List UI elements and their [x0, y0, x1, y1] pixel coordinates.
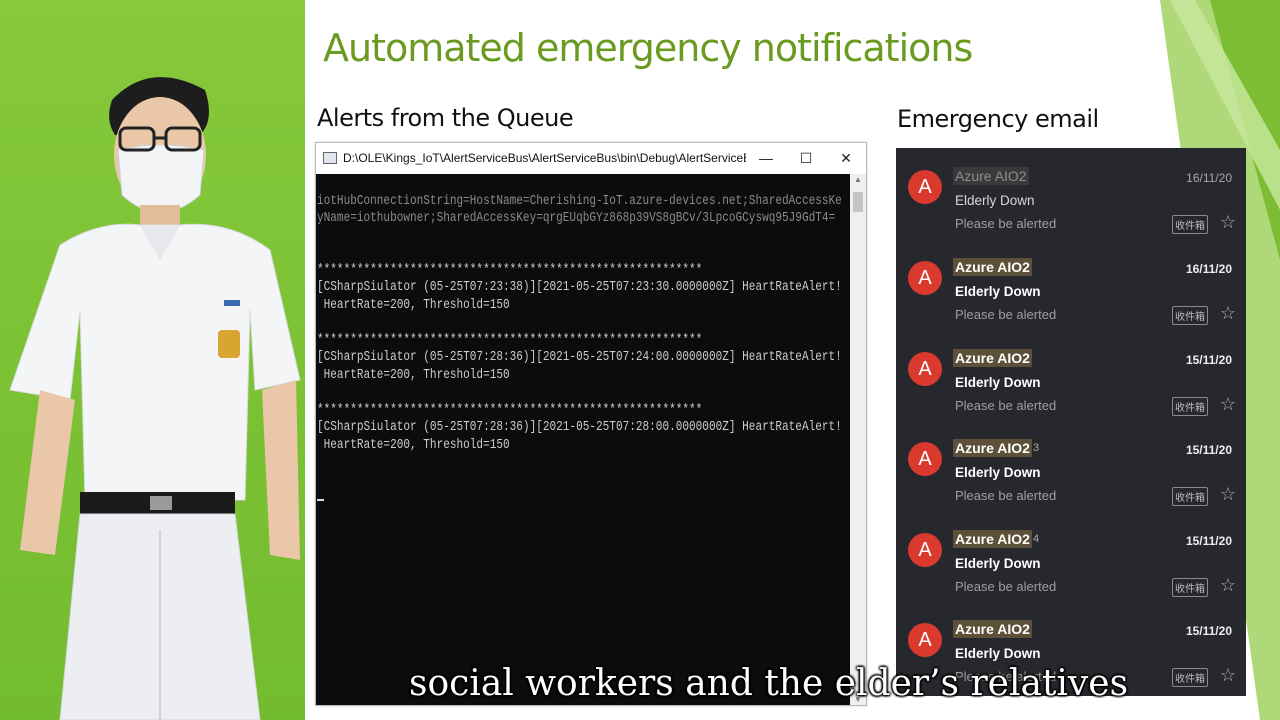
console-line: ****************************************… [317, 263, 703, 278]
email-snippet: Please be alerted [955, 307, 1057, 322]
console-line: ****************************************… [317, 333, 703, 348]
email-sender: Azure AIO2 [953, 439, 1032, 457]
maximize-icon[interactable]: ☐ [786, 150, 826, 167]
email-item[interactable]: A Azure AIO2 3 15/11/20 Elderly Down Please b… [896, 422, 1246, 512]
email-item[interactable]: A Azure AIO2 15/11/20 Elderly Down Please be… [896, 332, 1246, 422]
slide-title: Automated emergency notifications [323, 26, 973, 70]
console-scrollbar[interactable]: ▲ ▼ [850, 174, 866, 705]
email-snippet: Please be alerted [955, 488, 1057, 503]
inbox-folder-tag: 收件箱 [1172, 487, 1208, 506]
console-titlebar[interactable]: D:\OLE\Kings_IoT\AlertServiceBus\AlertSe… [316, 143, 866, 173]
inbox-folder-tag: 收件箱 [1172, 397, 1208, 416]
inbox-folder-tag: 收件箱 [1172, 578, 1208, 597]
inbox-folder-tag: 收件箱 [1172, 215, 1208, 234]
thread-count: 3 [1033, 442, 1040, 454]
scroll-up-icon[interactable]: ▲ [850, 175, 866, 184]
email-sender: Azure AIO2 [953, 258, 1032, 276]
email-date: 15/11/20 [1185, 624, 1232, 638]
minimize-icon[interactable]: — [746, 150, 786, 166]
star-icon[interactable]: ☆ [1220, 484, 1236, 505]
sender-avatar: A [908, 170, 942, 204]
email-snippet: Please be alerted [955, 216, 1057, 231]
email-item[interactable]: A Azure AIO2 16/11/20 Elderly Down Please be… [896, 150, 1246, 240]
console-line: HeartRate=200, Threshold=150 [317, 438, 510, 453]
email-subject: Elderly Down [955, 646, 1041, 661]
email-item[interactable]: A Azure AIO2 4 15/11/20 Elderly Down Please b… [896, 513, 1246, 603]
console-line: [CSharpSiulator (05-25T07:23:38)][2021-0… [317, 280, 842, 295]
console-line: HeartRate=200, Threshold=150 [317, 368, 510, 383]
console-line: HeartRate=200, Threshold=150 [317, 298, 510, 313]
email-sender: Azure AIO2 [953, 530, 1032, 548]
email-snippet: Please be alerted [955, 398, 1057, 413]
console-line: ****************************************… [317, 403, 703, 418]
sender-avatar: A [908, 623, 942, 657]
email-sender: Azure AIO2 [953, 349, 1032, 367]
sender-avatar: A [908, 533, 942, 567]
console-app-icon [323, 152, 337, 164]
sender-avatar: A [908, 442, 942, 476]
sender-avatar: A [908, 352, 942, 386]
scrollbar-thumb[interactable] [853, 192, 863, 212]
email-item[interactable]: A Azure AIO2 16/11/20 Elderly Down Please be… [896, 241, 1246, 331]
email-date: 15/11/20 [1185, 353, 1232, 367]
console-output[interactable]: iotHubConnectionString=HostName=Cherishi… [316, 174, 850, 705]
star-icon[interactable]: ☆ [1220, 212, 1236, 233]
star-icon[interactable]: ☆ [1220, 575, 1236, 596]
email-snippet: Please be alerted [955, 579, 1057, 594]
sender-avatar: A [908, 261, 942, 295]
console-window-title: D:\OLE\Kings_IoT\AlertServiceBus\AlertSe… [343, 151, 746, 165]
star-icon[interactable]: ☆ [1220, 665, 1236, 686]
queue-section-label: Alerts from the Queue [317, 104, 574, 132]
email-date: 16/11/20 [1185, 262, 1232, 276]
email-sender: Azure AIO2 [953, 167, 1029, 185]
email-subject: Elderly Down [955, 465, 1041, 480]
email-subject: Elderly Down [955, 284, 1041, 299]
console-cursor [317, 499, 324, 501]
email-section-label: Emergency email [897, 105, 1099, 133]
thread-count: 4 [1033, 533, 1040, 545]
inbox-folder-tag: 收件箱 [1172, 306, 1208, 325]
email-subject: Elderly Down [955, 375, 1041, 390]
email-date: 16/11/20 [1186, 171, 1232, 185]
presenter-figure [9, 77, 301, 720]
console-line: yName=iothubowner;SharedAccessKey=qrgEUq… [317, 211, 836, 226]
console-line: [CSharpSiulator (05-25T07:28:36)][2021-0… [317, 420, 842, 435]
email-sender: Azure AIO2 [953, 620, 1032, 638]
close-icon[interactable]: ✕ [826, 150, 866, 167]
star-icon[interactable]: ☆ [1220, 303, 1236, 324]
email-date: 15/11/20 [1185, 443, 1232, 457]
presentation-slide: Automated emergency notifications Alerts… [305, 0, 1280, 720]
console-line: [CSharpSiulator (05-25T07:28:36)][2021-0… [317, 350, 842, 365]
email-subject: Elderly Down [955, 556, 1041, 571]
star-icon[interactable]: ☆ [1220, 394, 1236, 415]
console-window[interactable]: D:\OLE\Kings_IoT\AlertServiceBus\AlertSe… [315, 142, 867, 706]
email-list: A Azure AIO2 16/11/20 Elderly Down Please be… [896, 148, 1246, 696]
video-subtitle: social workers and the elder’s relatives [409, 663, 1129, 704]
console-line: iotHubConnectionString=HostName=Cherishi… [317, 194, 842, 209]
inbox-folder-tag: 收件箱 [1172, 668, 1208, 687]
email-subject: Elderly Down [955, 193, 1035, 208]
email-date: 15/11/20 [1185, 534, 1232, 548]
